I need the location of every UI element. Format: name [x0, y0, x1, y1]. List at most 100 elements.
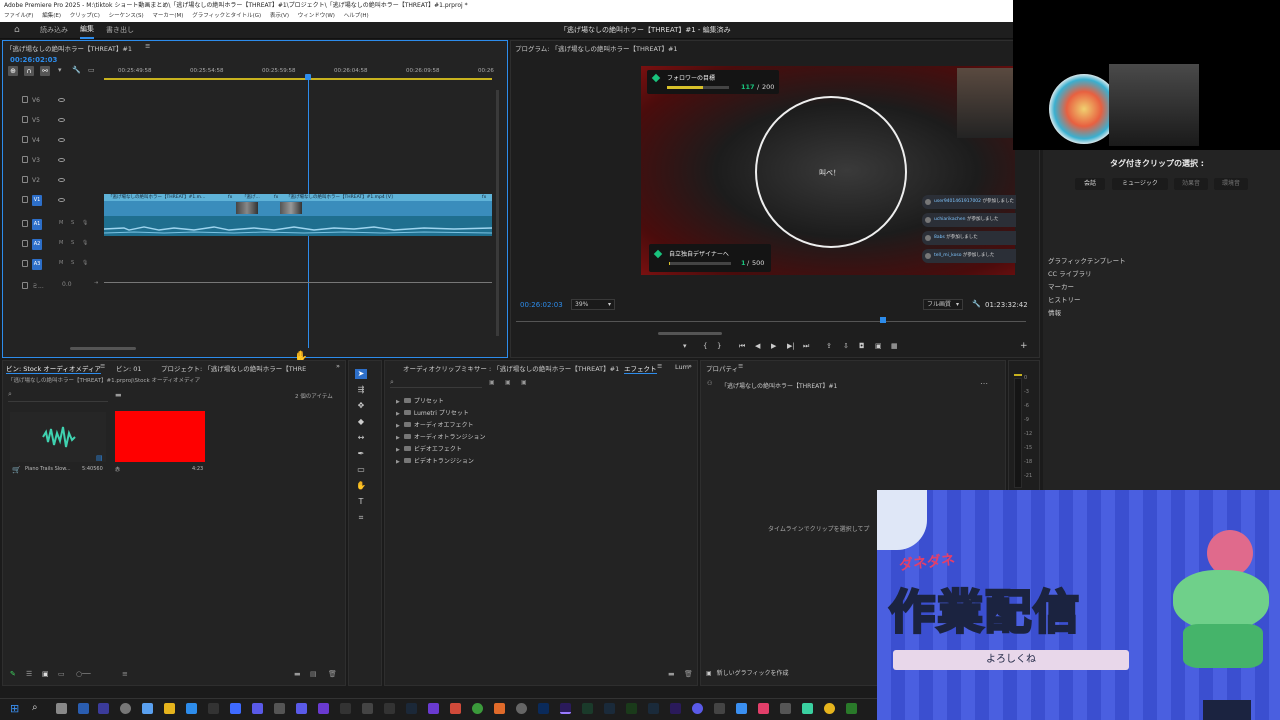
lock-icon[interactable] [22, 220, 28, 227]
tab-bin-stock[interactable]: ビン: Stock オーディオメディア [6, 363, 101, 374]
lock-icon[interactable] [22, 282, 28, 289]
lift-icon[interactable]: ⇪ [826, 342, 832, 350]
list-view-icon[interactable]: ☰ [26, 670, 32, 678]
menu-graphic-templates[interactable]: グラフィックテンプレート [1048, 255, 1126, 265]
tag-sfx-button[interactable]: 効果音 [1174, 178, 1208, 190]
icon-view-icon[interactable]: ▣ [42, 670, 49, 678]
after-effects-icon[interactable] [670, 703, 681, 714]
track-header-v1[interactable]: V1 [22, 191, 102, 213]
eye-icon[interactable] [58, 138, 65, 142]
menu-markers[interactable]: マーカー [1048, 281, 1074, 291]
panel-menu-icon[interactable]: ≡ [145, 42, 150, 50]
menu-history[interactable]: ヒストリー [1048, 294, 1081, 304]
go-to-in-icon[interactable]: ⏮ [739, 342, 745, 351]
new-bin-icon[interactable]: ▬ [115, 391, 122, 399]
mute-button[interactable]: M [59, 220, 63, 226]
effect-folder[interactable]: ▶ ビデオエフェクト [396, 444, 462, 453]
app-icon[interactable] [626, 703, 637, 714]
app-icon[interactable] [846, 703, 857, 714]
tab-audio-clip-mixer[interactable]: オーディオクリップミキサー : 「逃げ場なしの絶叫ホラー【THREAT】#1 [403, 363, 619, 373]
color-matte-thumbnail[interactable] [115, 411, 205, 462]
mic-icon[interactable]: 🎙 [82, 260, 88, 266]
lock-icon[interactable] [22, 196, 28, 203]
task-view-icon[interactable] [56, 703, 67, 714]
app-icon[interactable] [340, 703, 351, 714]
tab-import[interactable]: 読み込み [40, 22, 68, 39]
menu-graphics[interactable]: グラフィックとタイトル(G) [192, 13, 261, 19]
mark-in-icon[interactable]: { [703, 342, 707, 350]
linked-selection-icon[interactable]: ⚯ [40, 66, 50, 76]
eye-icon[interactable] [58, 158, 65, 162]
app-icon[interactable] [252, 703, 263, 714]
menu-help[interactable]: ヘルプ(H) [344, 13, 369, 19]
app-icon[interactable] [274, 703, 285, 714]
vertical-scrollbar[interactable] [496, 90, 499, 336]
program-timecode[interactable]: 00:26:02:03 [520, 301, 563, 309]
track-header-a2[interactable]: A2 M S 🎙 [22, 235, 102, 255]
effect-folder[interactable]: ▶ オーディオトランジション [396, 432, 485, 441]
effect-folder[interactable]: ▶ ビデオトランジション [396, 456, 474, 465]
32bit-icon[interactable]: ▣ [505, 379, 511, 386]
app-icon[interactable] [296, 703, 307, 714]
track-header-a3[interactable]: A3 M S 🎙 [22, 255, 102, 275]
tab-project[interactable]: プロジェクト: 「逃げ場なしの絶叫ホラー【THRE [161, 363, 311, 373]
lock-icon[interactable] [22, 240, 28, 247]
app-icon[interactable] [428, 703, 439, 714]
audio-item-thumbnail[interactable] [10, 412, 106, 462]
tab-lumetri[interactable]: Lum [675, 363, 689, 371]
track-header-v3[interactable]: V3 [22, 151, 102, 171]
trash-icon[interactable]: 🗑 [328, 670, 337, 678]
type-icon[interactable]: T [355, 497, 367, 507]
menu-clip[interactable]: クリップ(C) [70, 13, 100, 19]
selection-tool-icon[interactable]: ➤ [355, 369, 367, 379]
widgets-icon[interactable] [78, 703, 89, 714]
premiere-icon[interactable] [560, 703, 571, 714]
new-bin-icon[interactable]: ▬ [668, 670, 675, 678]
mic-icon[interactable]: 🎙 [82, 240, 88, 246]
app-icon[interactable] [450, 703, 461, 714]
mic-icon[interactable]: 🎙 [82, 220, 88, 226]
tab-effects[interactable]: エフェクト [624, 363, 657, 374]
ripple-edit-icon[interactable]: ✥ [355, 401, 367, 411]
app-icon[interactable] [120, 703, 131, 714]
freeform-view-icon[interactable]: ▭ [58, 670, 65, 678]
discord-icon[interactable] [692, 703, 703, 714]
panel-menu-icon[interactable]: ≡ [738, 362, 743, 370]
menu-marker[interactable]: マーカー(M) [152, 13, 183, 19]
camera-icon[interactable]: ◘ [859, 342, 865, 350]
mute-button[interactable]: M [59, 240, 63, 246]
timeline-timecode[interactable]: 00:26:02:03 [10, 56, 57, 64]
folder-icon[interactable]: ▬ [294, 670, 301, 678]
menu-cc-libraries[interactable]: CC ライブラリ [1048, 268, 1092, 278]
mute-button[interactable]: M [59, 260, 63, 266]
menu-file[interactable]: ファイル(F) [4, 13, 33, 19]
tag-dialogue-button[interactable]: 会話 [1075, 178, 1105, 190]
rectangle-icon[interactable]: ▭ [355, 465, 367, 475]
video-clip[interactable]: 「逃げ場なしの絶叫ホラー【THREAT】#1.m... fx 「逃げ... fx… [104, 194, 492, 216]
menu-info[interactable]: 情報 [1048, 307, 1061, 317]
marker-icon[interactable]: ▾ [683, 342, 687, 350]
app-icon[interactable] [582, 703, 593, 714]
chrome-icon[interactable] [472, 703, 483, 714]
go-to-out-icon[interactable]: ⏭ [803, 342, 809, 351]
solo-button[interactable]: S [71, 240, 74, 246]
hand-icon[interactable]: ✋ [355, 481, 367, 491]
new-item-icon[interactable]: ▤ [310, 670, 317, 678]
track-header-v4[interactable]: V4 [22, 131, 102, 151]
app-icon[interactable] [230, 703, 241, 714]
more-tabs-icon[interactable]: » [336, 362, 340, 370]
track-target[interactable]: A2 [32, 239, 42, 250]
menu-edit[interactable]: 編集(E) [42, 13, 61, 19]
comparison-icon[interactable]: ▣ [875, 342, 882, 350]
app-icon[interactable] [824, 703, 835, 714]
app-icon[interactable] [362, 703, 373, 714]
step-forward-icon[interactable]: ▶| [787, 342, 795, 350]
horizontal-scrollbar[interactable] [70, 347, 136, 350]
extract-icon[interactable]: ⇩ [843, 342, 849, 350]
solo-button[interactable]: S [71, 220, 74, 226]
more-options-icon[interactable]: ⋯ [980, 379, 988, 388]
wrench-icon[interactable]: 🔧 [72, 66, 81, 74]
marker-icon[interactable]: ▾ [58, 66, 62, 74]
lock-icon[interactable] [22, 116, 28, 123]
tab-export[interactable]: 書き出し [106, 22, 134, 39]
